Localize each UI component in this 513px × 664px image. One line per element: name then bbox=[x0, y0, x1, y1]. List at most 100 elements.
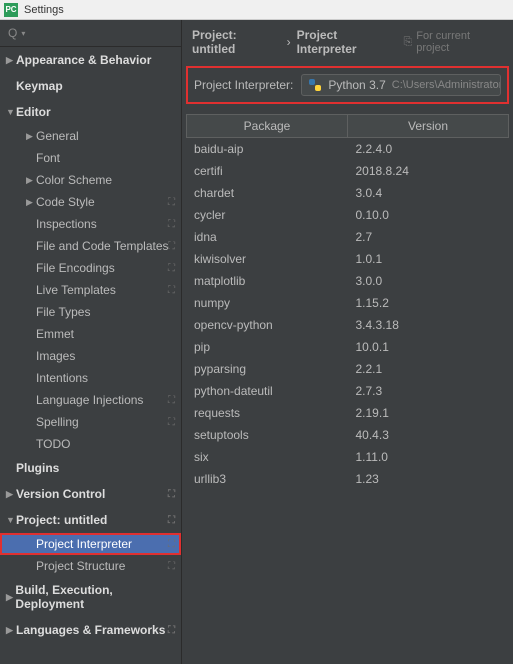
tree-item-version-control[interactable]: ▶Version Control⛶ bbox=[0, 481, 181, 507]
arrow-icon: ▶ bbox=[26, 175, 36, 186]
table-row[interactable]: idna2.7 bbox=[186, 226, 509, 248]
interpreter-path: C:\Users\Administrator\AppData\Local\Pr bbox=[392, 79, 501, 91]
tree-item-label: Emmet bbox=[36, 327, 74, 341]
tree-item-label: Inspections bbox=[36, 217, 97, 231]
tree-item-spelling[interactable]: Spelling⛶ bbox=[0, 411, 181, 433]
arrow-icon: ▶ bbox=[6, 592, 15, 603]
tree-item-label: Build, Execution, Deployment bbox=[15, 583, 175, 611]
gear-icon: ⛶ bbox=[168, 197, 175, 208]
cell-version: 0.10.0 bbox=[348, 206, 510, 224]
gear-icon: ⛶ bbox=[168, 285, 175, 296]
col-version[interactable]: Version bbox=[348, 115, 508, 137]
tree-item-languages-frameworks[interactable]: ▶Languages & Frameworks⛶ bbox=[0, 617, 181, 643]
tree-item-project-interpreter[interactable]: Project Interpreter⛶ bbox=[0, 533, 181, 555]
cell-package: chardet bbox=[186, 184, 348, 202]
tree-item-project-untitled[interactable]: ▼Project: untitled⛶ bbox=[0, 507, 181, 533]
cell-package: python-dateutil bbox=[186, 382, 348, 400]
tree-item-label: File and Code Templates bbox=[36, 239, 169, 253]
arrow-icon: ▼ bbox=[6, 515, 16, 525]
titlebar: PC Settings bbox=[0, 0, 513, 20]
tree-item-project-structure[interactable]: Project Structure ⛶ bbox=[0, 555, 181, 577]
cell-package: certifi bbox=[186, 162, 348, 180]
tree-item-label: Language Injections bbox=[36, 393, 143, 407]
tree-item-label: Keymap bbox=[16, 79, 63, 93]
tree-item-keymap[interactable]: Keymap bbox=[0, 73, 181, 99]
cell-version: 2018.8.24 bbox=[348, 162, 510, 180]
table-row[interactable]: urllib31.23 bbox=[186, 468, 509, 490]
table-row[interactable]: setuptools40.4.3 bbox=[186, 424, 509, 446]
copy-icon: ⎘ bbox=[403, 36, 412, 49]
tree-item-file-encodings[interactable]: File Encodings⛶ bbox=[0, 257, 181, 279]
cell-package: kiwisolver bbox=[186, 250, 348, 268]
cell-version: 2.7 bbox=[348, 228, 510, 246]
packages-table: Package Version baidu-aip2.2.4.0certifi2… bbox=[186, 114, 509, 664]
tree-item-intentions[interactable]: Intentions bbox=[0, 367, 181, 389]
tree-item-live-templates[interactable]: Live Templates⛶ bbox=[0, 279, 181, 301]
cell-version: 40.4.3 bbox=[348, 426, 510, 444]
table-header: Package Version bbox=[186, 114, 509, 138]
tree-item-emmet[interactable]: Emmet bbox=[0, 323, 181, 345]
app-icon: PC bbox=[4, 3, 18, 17]
tree-item-label: Spelling bbox=[36, 415, 79, 429]
tree-item-code-style[interactable]: ▶Code Style⛶ bbox=[0, 191, 181, 213]
table-row[interactable]: pyparsing2.2.1 bbox=[186, 358, 509, 380]
arrow-icon: ▶ bbox=[6, 625, 16, 636]
tree-item-editor[interactable]: ▼Editor bbox=[0, 99, 181, 125]
table-row[interactable]: baidu-aip2.2.4.0 bbox=[186, 138, 509, 160]
settings-tree: ▶Appearance & Behavior Keymap ▼Editor▶Gene… bbox=[0, 47, 181, 664]
search-box[interactable]: Q ▾ bbox=[0, 20, 181, 47]
tree-item-label: Project: untitled bbox=[16, 513, 107, 527]
tree-item-inspections[interactable]: Inspections⛶ bbox=[0, 213, 181, 235]
cell-package: setuptools bbox=[186, 426, 348, 444]
tree-item-font[interactable]: Font bbox=[0, 147, 181, 169]
table-row[interactable]: requests2.19.1 bbox=[186, 402, 509, 424]
python-icon bbox=[308, 78, 322, 92]
cell-version: 2.19.1 bbox=[348, 404, 510, 422]
table-row[interactable]: opencv-python3.4.3.18 bbox=[186, 314, 509, 336]
tree-item-build-execution-deployment[interactable]: ▶Build, Execution, Deployment bbox=[0, 577, 181, 617]
cell-version: 1.23 bbox=[348, 470, 510, 488]
tree-item-color-scheme[interactable]: ▶Color Scheme bbox=[0, 169, 181, 191]
interpreter-label: Project Interpreter: bbox=[194, 78, 293, 92]
tree-item-file-types[interactable]: File Types bbox=[0, 301, 181, 323]
table-body: baidu-aip2.2.4.0certifi2018.8.24chardet3… bbox=[186, 138, 509, 490]
tree-item-label: Plugins bbox=[16, 461, 59, 475]
tree-item-general[interactable]: ▶General bbox=[0, 125, 181, 147]
tree-item-label: Project Structure bbox=[36, 559, 125, 573]
arrow-icon: ▶ bbox=[6, 55, 16, 66]
tree-item-label: Project Interpreter bbox=[36, 537, 132, 551]
table-row[interactable]: kiwisolver1.0.1 bbox=[186, 248, 509, 270]
cell-package: requests bbox=[186, 404, 348, 422]
for-project-label: For current project bbox=[416, 30, 503, 54]
tree-item-label: File Encodings bbox=[36, 261, 115, 275]
tree-item-plugins[interactable]: Plugins bbox=[0, 455, 181, 481]
breadcrumb-seg2: Project Interpreter bbox=[297, 28, 398, 56]
table-row[interactable]: cycler0.10.0 bbox=[186, 204, 509, 226]
cell-version: 2.2.1 bbox=[348, 360, 510, 378]
tree-item-todo[interactable]: TODO bbox=[0, 433, 181, 455]
tree-item-label: Intentions bbox=[36, 371, 88, 385]
tree-item-file-and-code-templates[interactable]: File and Code Templates⛶ bbox=[0, 235, 181, 257]
table-row[interactable]: python-dateutil2.7.3 bbox=[186, 380, 509, 402]
col-package[interactable]: Package bbox=[187, 115, 348, 137]
interpreter-name: Python 3.7 bbox=[328, 78, 385, 92]
tree-item-label: Images bbox=[36, 349, 75, 363]
table-row[interactable]: six1.11.0 bbox=[186, 446, 509, 468]
sidebar: Q ▾ ▶Appearance & BehaviorKeymap▼Editor▶… bbox=[0, 20, 182, 664]
breadcrumb: Project: untitled › Project Interpreter … bbox=[182, 20, 513, 66]
tree-item-language-injections[interactable]: Language Injections⛶ bbox=[0, 389, 181, 411]
interpreter-select[interactable]: Python 3.7 C:\Users\Administrator\AppDat… bbox=[301, 74, 501, 96]
cell-version: 10.0.1 bbox=[348, 338, 510, 356]
cell-version: 1.0.1 bbox=[348, 250, 510, 268]
tree-item-appearance-behavior[interactable]: ▶Appearance & Behavior bbox=[0, 47, 181, 73]
arrow-icon: ▼ bbox=[6, 107, 16, 117]
tree-item-images[interactable]: Images bbox=[0, 345, 181, 367]
cell-package: baidu-aip bbox=[186, 140, 348, 158]
table-row[interactable]: numpy1.15.2 bbox=[186, 292, 509, 314]
cell-version: 2.2.4.0 bbox=[348, 140, 510, 158]
table-row[interactable]: certifi2018.8.24 bbox=[186, 160, 509, 182]
gear-icon: ⛶ bbox=[168, 561, 175, 572]
table-row[interactable]: pip10.0.1 bbox=[186, 336, 509, 358]
table-row[interactable]: chardet3.0.4 bbox=[186, 182, 509, 204]
table-row[interactable]: matplotlib3.0.0 bbox=[186, 270, 509, 292]
